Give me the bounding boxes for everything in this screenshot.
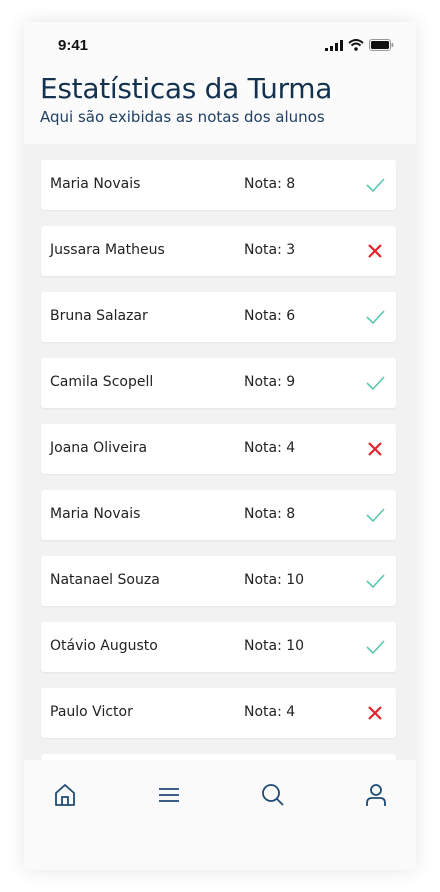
student-name: Camila Scopell [50,374,154,390]
check-icon [366,574,385,589]
page-subtitle: Aqui são exibidas as notas dos alunos [40,108,325,126]
check-icon [366,640,385,655]
student-name: Natanael Souza [50,572,160,588]
student-grade: Nota: 4 [244,440,296,456]
cross-icon [368,706,382,720]
wifi-icon [348,39,364,51]
tab-bar [24,760,416,870]
student-name: Joana Oliveira [50,440,148,456]
student-grade: Nota: 10 [244,572,305,588]
home-icon[interactable] [52,782,78,808]
list-item[interactable]: Bruna Salazar Nota: 6 [41,292,396,342]
list-item[interactable]: Otávio Augusto Nota: 10 [41,622,396,672]
cross-icon [368,442,382,456]
check-icon [366,508,385,523]
student-grade: Nota: 6 [244,308,296,324]
list-item[interactable]: Maria Novais Nota: 8 [41,160,396,210]
student-name: Bruna Salazar [50,308,148,324]
status-time: 9:41 [58,37,89,54]
list-item[interactable]: Maria Novais Nota: 8 [41,490,396,540]
profile-icon[interactable] [363,782,389,808]
student-name: Otávio Augusto [50,638,158,654]
page-title: Estatísticas da Turma [40,72,333,105]
student-name: Jussara Matheus [50,242,165,258]
student-grade: Nota: 3 [244,242,296,258]
list-item[interactable]: Natanael Souza Nota: 10 [41,556,396,606]
phone-screen: 9:41 Estatísticas da Turma Aqui são exib… [24,22,416,870]
search-icon[interactable] [260,782,286,808]
student-name: Maria Novais [50,506,141,522]
check-icon [366,376,385,391]
student-grade: Nota: 9 [244,374,296,390]
battery-icon [369,39,394,51]
check-icon [366,178,385,193]
list-item[interactable]: Joana Oliveira Nota: 4 [41,424,396,474]
status-icons [325,39,394,51]
student-name: Paulo Victor [50,704,133,720]
menu-icon[interactable] [156,782,182,808]
student-grade: Nota: 8 [244,506,296,522]
student-grade: Nota: 10 [244,638,305,654]
student-grade: Nota: 8 [244,176,296,192]
cross-icon [368,244,382,258]
signal-icon [325,39,343,51]
list-item[interactable]: Paulo Victor Nota: 4 [41,688,396,738]
check-icon [366,310,385,325]
student-name: Maria Novais [50,176,141,192]
header: 9:41 Estatísticas da Turma Aqui são exib… [24,22,416,144]
student-grade: Nota: 4 [244,704,296,720]
list-item[interactable]: Camila Scopell Nota: 9 [41,358,396,408]
list-item[interactable]: Jussara Matheus Nota: 3 [41,226,396,276]
